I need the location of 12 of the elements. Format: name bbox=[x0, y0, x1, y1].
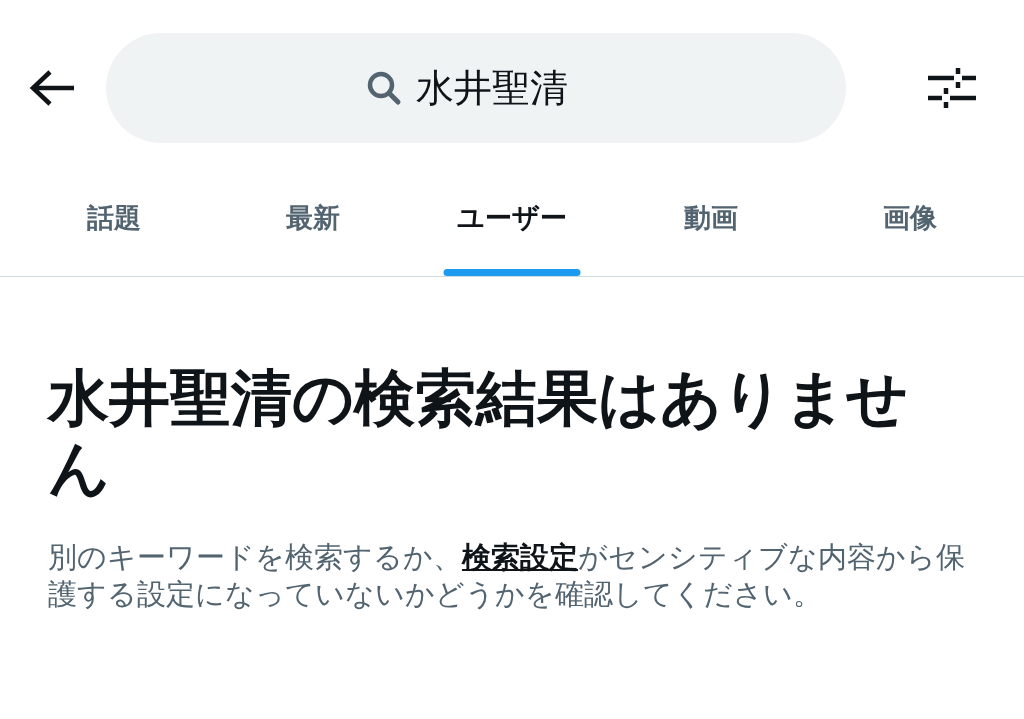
search-tab[interactable]: ユーザー bbox=[412, 150, 612, 276]
search-tab[interactable]: 動画 bbox=[611, 150, 811, 276]
filter-settings-icon[interactable] bbox=[928, 66, 976, 110]
search-settings-link[interactable]: 検索設定 bbox=[462, 541, 578, 574]
search-tab[interactable]: 画像 bbox=[810, 150, 1010, 276]
search-icon bbox=[366, 70, 402, 106]
back-arrow-icon[interactable] bbox=[28, 68, 76, 108]
search-field[interactable]: 水井聖清 bbox=[106, 33, 846, 143]
search-tab[interactable]: 話題 bbox=[14, 150, 214, 276]
no-results-message: 別のキーワードを検索するか、検索設定がセンシティブな内容から保護する設定になっていないかどうかを確認してください。 bbox=[48, 540, 966, 613]
search-tab[interactable]: 最新 bbox=[213, 150, 413, 276]
no-results-title: 水井聖清の検索結果はありません bbox=[48, 363, 909, 503]
